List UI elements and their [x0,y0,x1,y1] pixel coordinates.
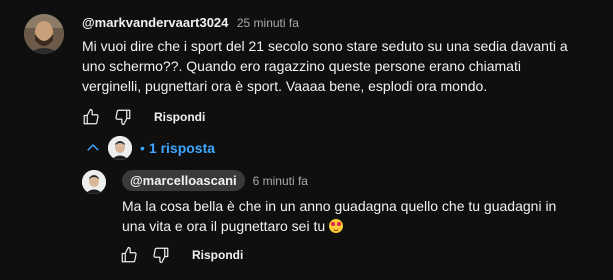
reply-time[interactable]: 6 minuti fa [253,174,308,188]
avatar-photo-icon [108,136,132,160]
reply-button[interactable]: Rispondi [184,244,251,266]
comment-header: @markvandervaart3024 25 minuti fa [82,14,299,32]
comment-actions: Rispondi [80,106,213,128]
avatar [108,136,132,160]
comments-section: @markvandervaart3024 25 minuti fa Mi vuo… [0,0,613,280]
avatar-photo-icon [82,170,106,194]
thumbs-up-icon [83,108,99,125]
reply-button[interactable]: Rispondi [146,106,213,128]
comment-text: Mi vuoi dire che i sport del 21 secolo s… [82,38,568,94]
reply-header: @marcelloascani 6 minuti fa [122,170,308,191]
dislike-button[interactable] [150,244,172,266]
avatar-photo-icon [24,14,64,54]
like-button[interactable] [118,244,140,266]
like-button[interactable] [80,106,102,128]
replies-toggle[interactable]: • 1 risposta [84,136,215,160]
comment-time[interactable]: 25 minuti fa [237,16,299,30]
dislike-button[interactable] [112,106,134,128]
reply-author[interactable]: @marcelloascani [122,170,245,191]
avatar[interactable] [82,170,106,194]
chevron-up-icon [87,143,99,151]
reply-text: Ma la cosa bella è che in un anno guadag… [122,196,582,236]
reply-actions: Rispondi [118,244,251,266]
separator-dot: • [140,140,145,156]
replies-count[interactable]: 1 risposta [149,140,215,156]
comment-author[interactable]: @markvandervaart3024 [82,15,228,30]
thumbs-up-icon [121,246,137,263]
heart-eyes-emoji-icon [329,219,344,233]
thumbs-down-icon [153,247,169,264]
thumbs-down-icon [115,109,131,126]
avatar[interactable] [24,14,64,54]
